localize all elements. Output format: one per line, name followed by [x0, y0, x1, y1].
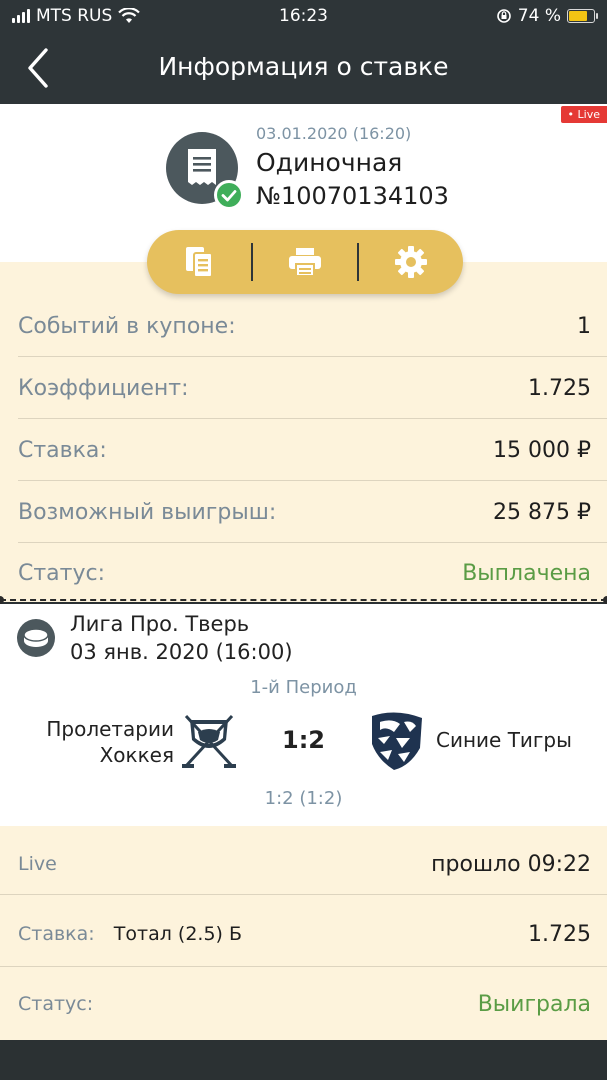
event-status-row: Статус: Выиграла	[18, 986, 591, 1022]
top-bar: MTS RUS 16:23 74 % Информация о ставке	[0, 0, 607, 104]
status-label: Статус:	[18, 993, 94, 1015]
bottom-bar	[0, 1040, 607, 1080]
event-date: 03 янв. 2020 (16:00)	[70, 640, 293, 664]
detail-row-stake: Ставка: 15 000 ₽	[18, 419, 607, 481]
live-label: Live	[18, 853, 57, 875]
event-period: 1-й Период	[250, 677, 357, 698]
bet-odds: 1.725	[528, 921, 591, 947]
league-name: Лига Про. Тверь	[70, 612, 250, 636]
status-badge: Выплачена	[462, 560, 591, 586]
detail-value: 1.725	[528, 375, 591, 401]
action-toolbar	[147, 230, 463, 294]
event-bet-details: Live прошло 09:22 Ставка: Тотал (2.5) Б …	[0, 826, 607, 1040]
detail-row-possible-win: Возможный выигрыш: 25 875 ₽	[18, 481, 607, 543]
bet-datetime: 03.01.2020 (16:20)	[256, 124, 412, 143]
hockey-puck-icon	[17, 619, 55, 657]
detail-value: 1	[577, 313, 591, 339]
team-away-name: Синие Тигры	[436, 728, 572, 752]
status-bar: MTS RUS 16:23 74 %	[0, 0, 607, 34]
live-badge: • Live	[560, 106, 607, 123]
detail-label: Статус:	[18, 560, 106, 586]
live-row: Live прошло 09:22	[18, 846, 591, 882]
header: Информация о ставке	[0, 34, 607, 104]
battery-icon	[567, 9, 598, 23]
dashed-divider	[0, 599, 607, 603]
row-divider	[0, 966, 607, 967]
bet-label: Ставка:	[18, 923, 95, 945]
detail-value: 15 000 ₽	[493, 437, 591, 463]
event-card: Лига Про. Тверь 03 янв. 2020 (16:00) 1-й…	[0, 604, 607, 826]
battery-percent: 74 %	[517, 6, 561, 26]
detail-value: 25 875 ₽	[493, 499, 591, 525]
bet-selection-group: Ставка: Тотал (2.5) Б	[18, 923, 242, 945]
status-right: 74 %	[496, 6, 598, 26]
event-period-score: 1:2 (1:2)	[264, 788, 343, 809]
settings-button[interactable]	[359, 230, 463, 294]
copy-icon	[186, 247, 213, 278]
detail-row-coefficient: Коэффициент: 1.725	[18, 357, 607, 419]
bet-type: Одиночная	[256, 148, 403, 177]
team-away-logo	[372, 712, 422, 770]
gear-icon	[395, 246, 427, 278]
detail-label: Коэффициент:	[18, 375, 189, 401]
print-button[interactable]	[253, 230, 357, 294]
detail-row-status: Статус: Выплачена	[18, 542, 591, 604]
detail-row-events: Событий в купоне: 1	[18, 295, 607, 357]
status-badge: Выиграла	[477, 991, 591, 1017]
detail-label: Событий в купоне:	[18, 313, 236, 339]
check-badge-icon	[214, 180, 244, 210]
rotation-lock-icon	[496, 9, 511, 23]
copy-button[interactable]	[147, 230, 251, 294]
page-title: Информация о ставке	[158, 52, 449, 81]
detail-label: Возможный выигрыш:	[18, 499, 277, 525]
detail-label: Ставка:	[18, 437, 107, 463]
printer-icon	[289, 248, 321, 277]
elapsed-time: прошло 09:22	[431, 851, 591, 877]
bet-number: №10070134103	[256, 182, 449, 210]
divider-dot	[603, 596, 607, 604]
bet-selection: Тотал (2.5) Б	[113, 923, 243, 945]
bet-details: Событий в купоне: 1 Коэффициент: 1.725 С…	[0, 262, 607, 602]
row-divider	[0, 894, 607, 895]
bet-selection-row: Ставка: Тотал (2.5) Б 1.725	[18, 916, 591, 952]
